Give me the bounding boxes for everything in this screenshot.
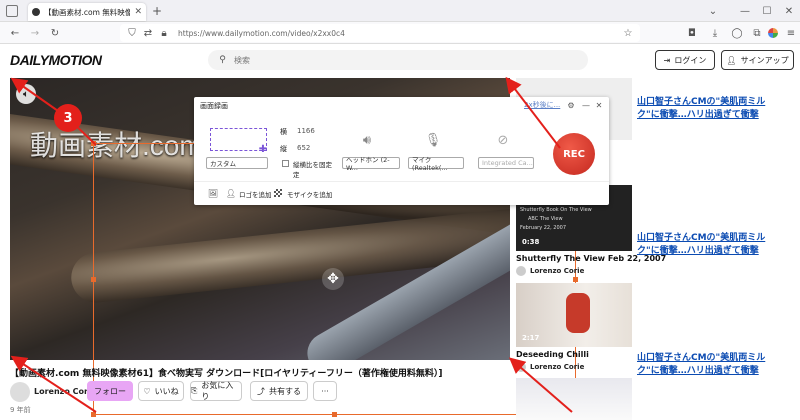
step-number: 3 bbox=[63, 110, 73, 126]
arrow-bottom-right bbox=[508, 357, 573, 413]
annotation-arrows bbox=[10, 76, 573, 413]
step-number-badge: 3 bbox=[54, 104, 82, 132]
arrow-bottom-left bbox=[10, 355, 97, 413]
arrow-top-right bbox=[505, 76, 561, 149]
